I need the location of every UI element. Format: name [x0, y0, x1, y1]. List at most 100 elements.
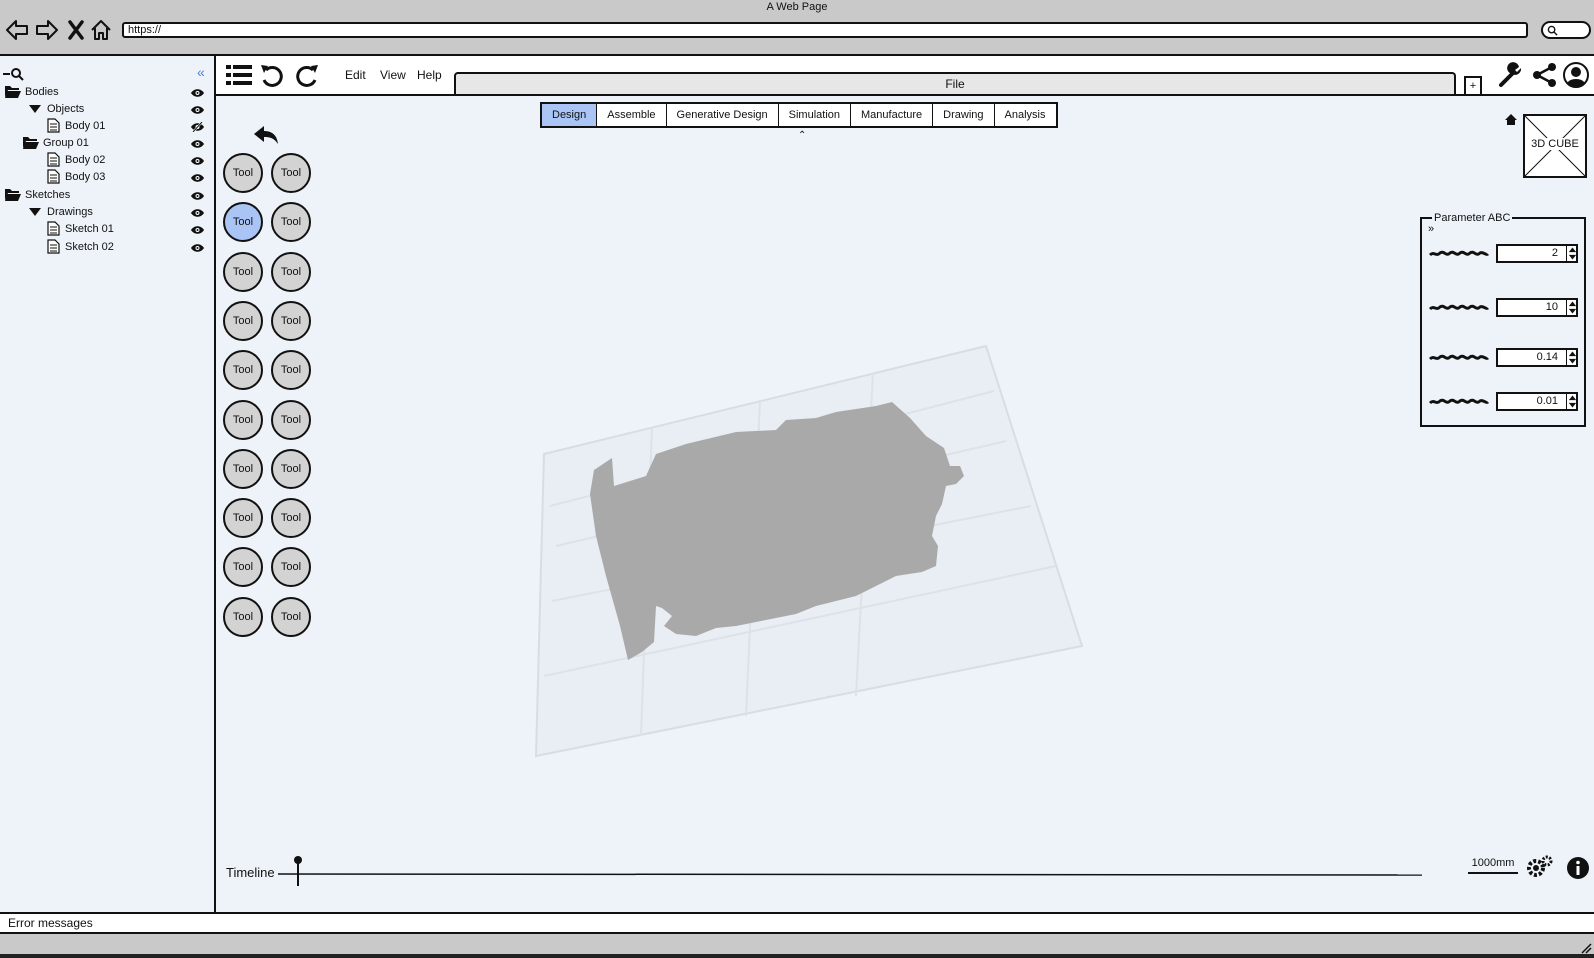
- tab-design[interactable]: Design: [542, 104, 598, 126]
- eye-icon[interactable]: [190, 190, 205, 200]
- browser-search-field[interactable]: [1541, 21, 1591, 39]
- tool-button[interactable]: Tool: [223, 153, 263, 193]
- document-icon: [44, 169, 62, 184]
- tree-item-label: Sketch 02: [65, 240, 114, 253]
- tool-button[interactable]: Tool: [223, 251, 263, 292]
- menu-view[interactable]: View: [380, 68, 406, 82]
- spinner-arrows-icon[interactable]: [1566, 394, 1578, 409]
- eye-icon[interactable]: [190, 224, 205, 234]
- user-avatar-icon[interactable]: [1561, 61, 1591, 89]
- tab-file[interactable]: File: [454, 72, 1456, 94]
- tree-item[interactable]: Drawings: [26, 203, 93, 220]
- url-input[interactable]: https://: [122, 22, 1528, 38]
- eye-icon[interactable]: [190, 242, 205, 252]
- tab-drawing[interactable]: Drawing: [933, 104, 995, 126]
- tool-button[interactable]: Tool: [271, 448, 311, 489]
- collapse-up-icon[interactable]: ⌃: [798, 130, 806, 141]
- list-menu-icon[interactable]: [224, 61, 254, 89]
- tool-button[interactable]: Tool: [271, 498, 311, 539]
- parameter-row: 0.01: [1428, 392, 1580, 412]
- tool-button[interactable]: Tool: [223, 399, 263, 440]
- eye-icon[interactable]: [190, 104, 205, 114]
- view-cube[interactable]: 3D CUBE: [1523, 114, 1587, 178]
- tool-button[interactable]: Tool: [271, 596, 311, 637]
- document-icon: [44, 118, 62, 133]
- parameter-row: 0.14: [1428, 348, 1580, 368]
- tool-button[interactable]: Tool: [223, 350, 263, 391]
- tab-simulation[interactable]: Simulation: [778, 104, 852, 126]
- view-cube-label: 3D CUBE: [1525, 138, 1585, 150]
- stop-x-icon[interactable]: [63, 17, 89, 43]
- tab-assemble[interactable]: Assemble: [597, 104, 667, 126]
- tree-item-label: Objects: [47, 102, 85, 115]
- tree-search-icon[interactable]: [2, 67, 24, 81]
- tree-item-label: Sketch 01: [65, 222, 114, 235]
- tree-item-label: Body 03: [65, 170, 106, 183]
- eye-icon[interactable]: [190, 155, 205, 165]
- parameter-row: 10: [1428, 298, 1580, 318]
- eye-slash-icon[interactable]: [190, 121, 205, 133]
- settings-gear-icon[interactable]: [1526, 854, 1554, 880]
- tree-item[interactable]: Sketch 02: [44, 238, 114, 255]
- parameter-panel: Parameter ABC » 2 10 0.14 0.01: [1420, 212, 1586, 427]
- parameter-row: 2: [1428, 244, 1580, 264]
- eye-icon[interactable]: [190, 138, 205, 148]
- spinner-arrows-icon[interactable]: [1566, 300, 1578, 315]
- eye-icon[interactable]: [190, 172, 205, 182]
- eye-icon[interactable]: [190, 87, 205, 97]
- collapse-panel-icon[interactable]: «: [197, 65, 205, 79]
- document-icon: [44, 221, 62, 236]
- tab-analysis[interactable]: Analysis: [994, 104, 1056, 126]
- tool-button[interactable]: Tool: [271, 251, 311, 292]
- folder-open-icon: [4, 187, 22, 202]
- forward-arrow-icon[interactable]: [34, 17, 60, 43]
- back-arrow-icon[interactable]: [4, 17, 30, 43]
- add-tab-button[interactable]: +: [1464, 76, 1482, 94]
- info-icon[interactable]: [1566, 856, 1590, 880]
- wrench-icon[interactable]: [1496, 61, 1526, 89]
- tree-item[interactable]: Body 03: [44, 168, 105, 185]
- share-icon[interactable]: [1530, 61, 1560, 89]
- resize-grip-icon[interactable]: [1580, 942, 1592, 954]
- tab-manufacture[interactable]: Manufacture: [851, 104, 934, 126]
- eye-icon[interactable]: [190, 207, 205, 217]
- redo-icon[interactable]: [292, 61, 322, 89]
- tree-item-label: Bodies: [25, 85, 59, 98]
- timeline-track[interactable]: [278, 856, 1428, 886]
- undo-icon[interactable]: [257, 61, 287, 89]
- timeline-label: Timeline: [226, 865, 275, 880]
- menu-help[interactable]: Help: [417, 68, 442, 82]
- tree-item[interactable]: Group 01: [22, 134, 89, 151]
- expand-panel-icon[interactable]: »: [1428, 223, 1434, 235]
- tree-item[interactable]: Objects: [26, 100, 84, 117]
- tree-item[interactable]: Sketches: [4, 186, 70, 203]
- tool-button[interactable]: Tool: [271, 399, 311, 440]
- tool-button[interactable]: Tool: [271, 350, 311, 391]
- spinner-arrows-icon[interactable]: [1566, 350, 1578, 365]
- document-icon: [44, 152, 62, 167]
- tool-button[interactable]: Tool: [223, 498, 263, 539]
- tool-button[interactable]: Tool: [223, 448, 263, 489]
- tree-item[interactable]: Body 01: [44, 117, 105, 134]
- tool-button[interactable]: Tool: [271, 300, 311, 341]
- tree-item[interactable]: Bodies: [4, 83, 59, 100]
- tool-button[interactable]: Tool: [271, 153, 311, 193]
- parameter-label-scribble: [1428, 304, 1490, 311]
- tab-generative-design[interactable]: Generative Design: [666, 104, 779, 126]
- view-home-icon[interactable]: [1504, 113, 1518, 126]
- tree-item[interactable]: Sketch 01: [44, 220, 114, 237]
- 3d-viewport[interactable]: Design Assemble Generative Design Simulatio…: [216, 96, 1594, 912]
- tree-item[interactable]: Body 02: [44, 151, 105, 168]
- parameter-label-scribble: [1428, 354, 1490, 361]
- spinner-arrows-icon[interactable]: [1566, 246, 1578, 261]
- window-title: A Web Page: [766, 1, 828, 13]
- home-icon[interactable]: [88, 17, 114, 43]
- document-icon: [44, 239, 62, 254]
- tool-button[interactable]: Tool: [223, 596, 263, 637]
- menu-edit[interactable]: Edit: [345, 68, 366, 82]
- triangle-down-icon[interactable]: [26, 204, 44, 219]
- parameter-panel-title: Parameter ABC: [1432, 212, 1513, 224]
- back-arrow-icon[interactable]: [252, 124, 280, 148]
- tool-button[interactable]: Tool: [223, 300, 263, 341]
- triangle-down-icon[interactable]: [26, 101, 44, 116]
